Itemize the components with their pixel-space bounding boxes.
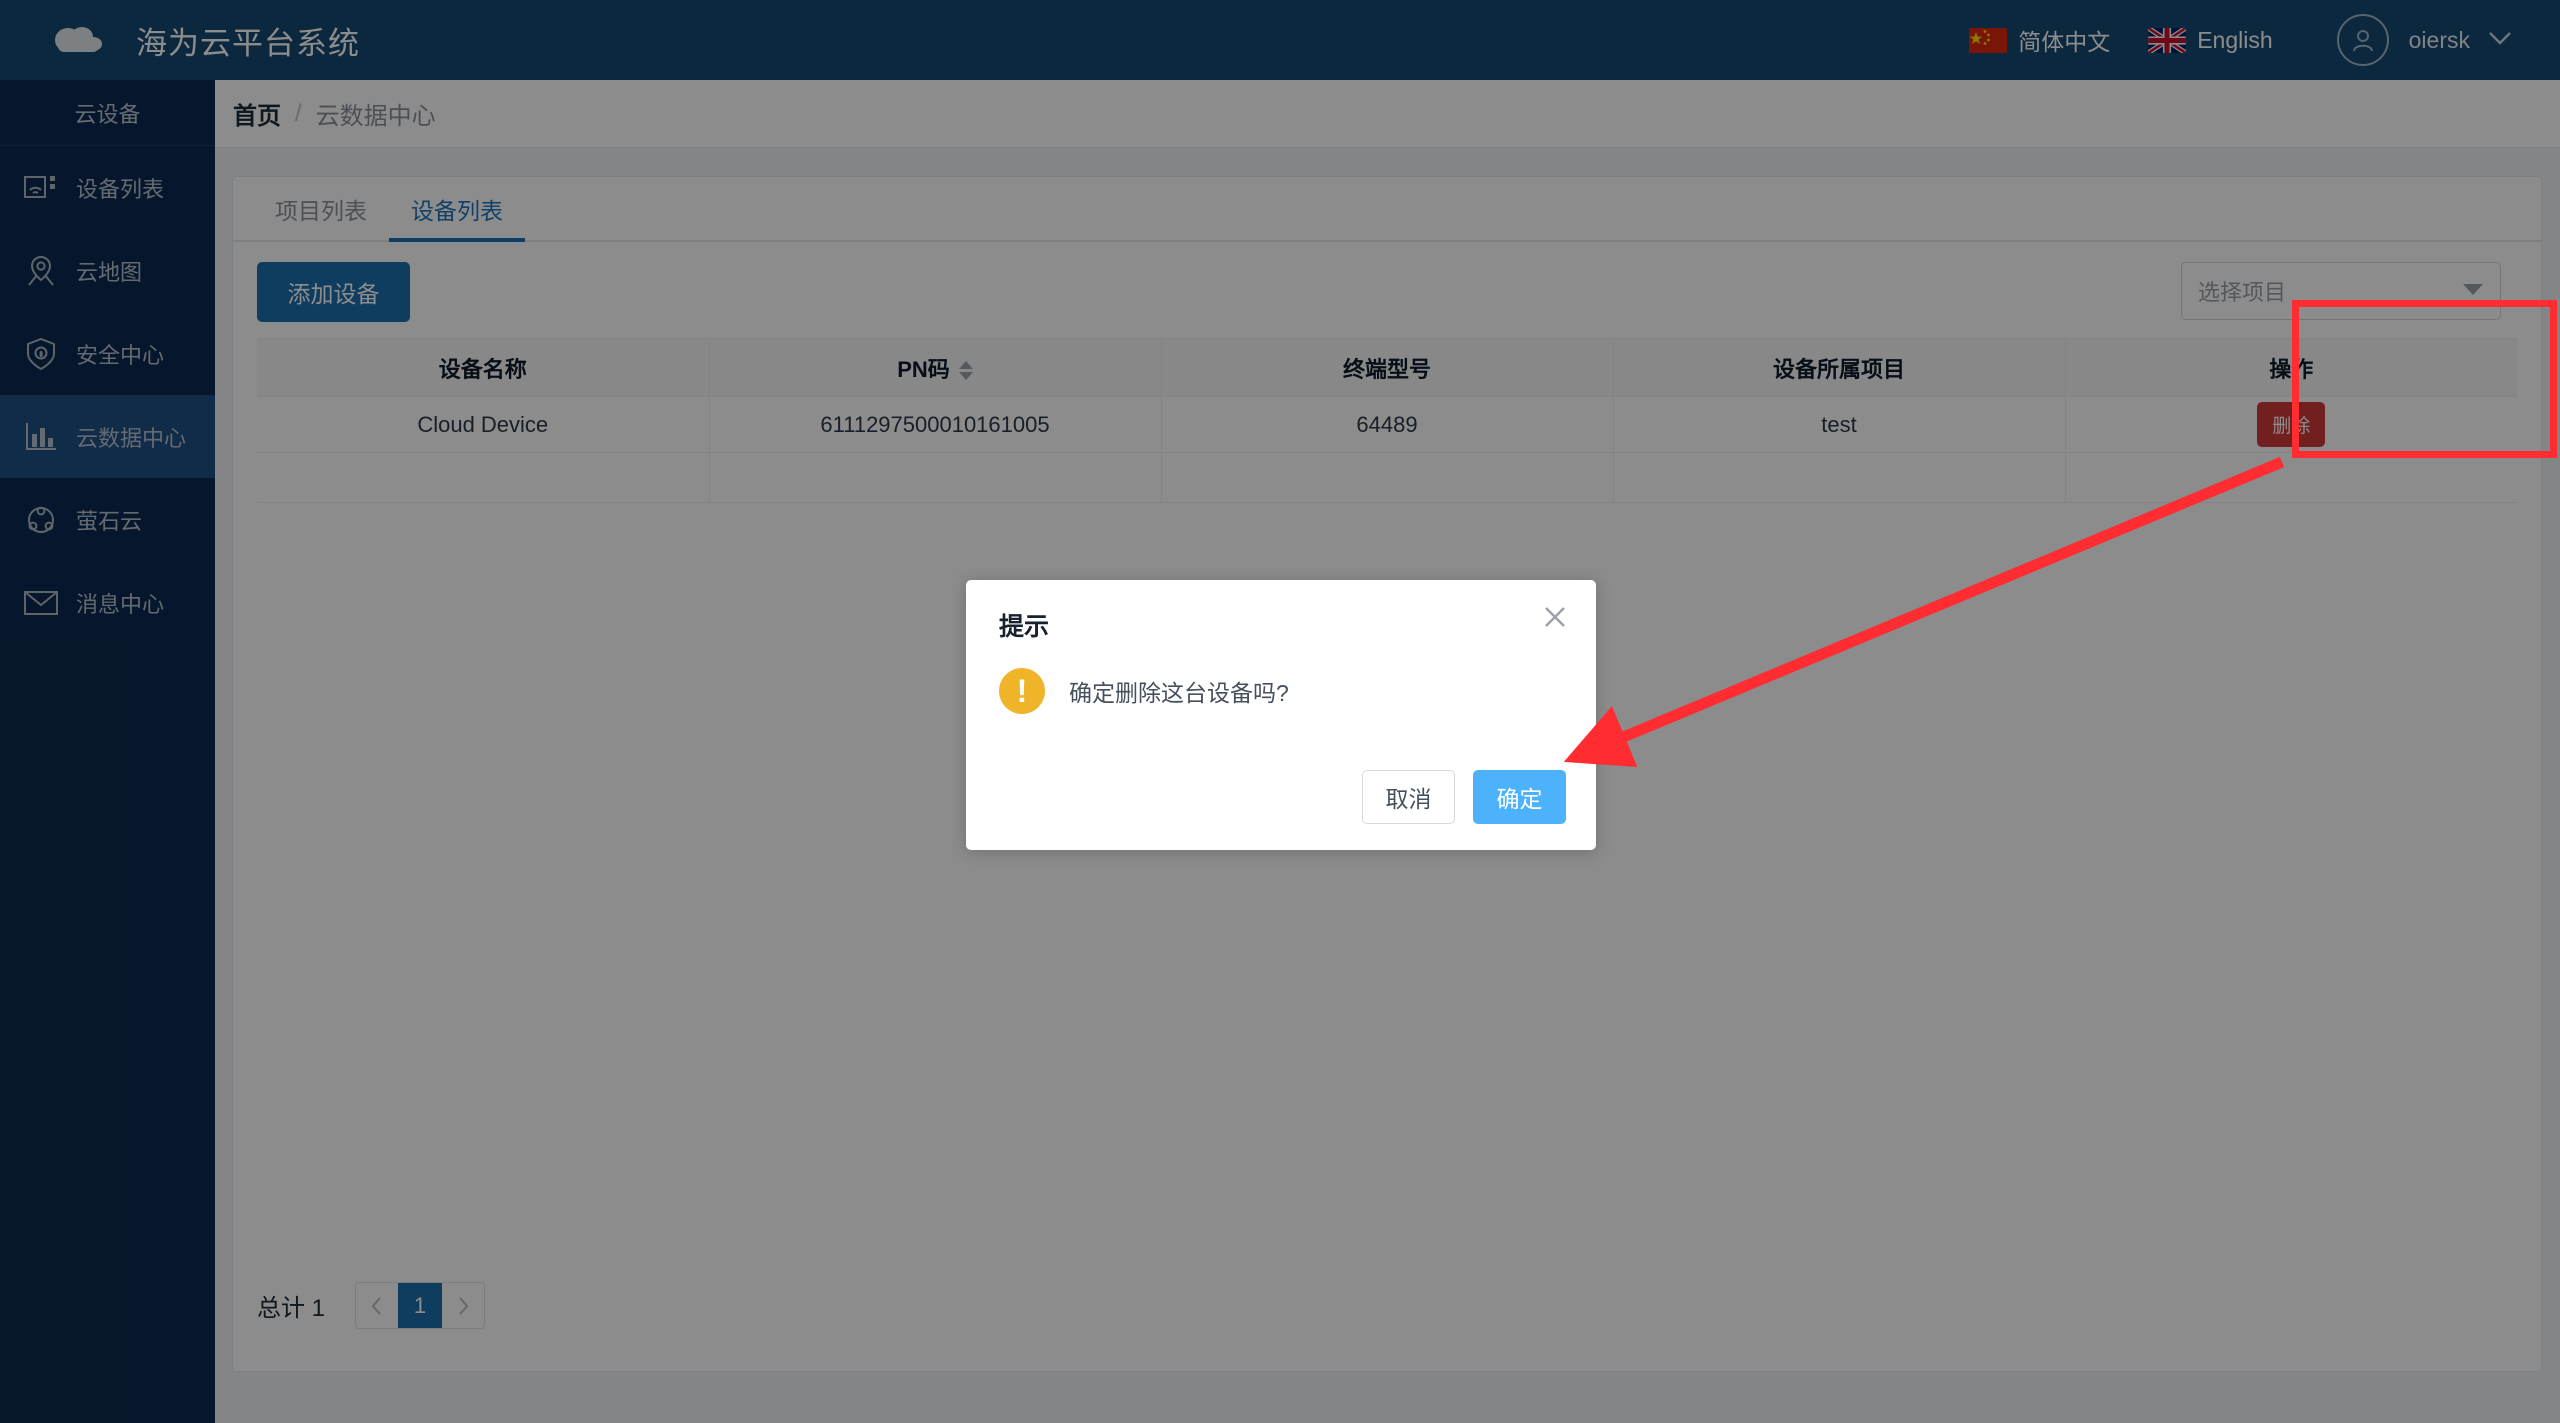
modal-overlay[interactable]: 提示 ! 确定删除这台设备吗? 取消 确定 [0,0,2560,1423]
exclamation-glyph: ! [1016,673,1028,709]
confirm-button[interactable]: 确定 [1473,770,1566,824]
dialog-message: 确定删除这台设备吗? [1069,680,1289,706]
dialog-footer: 取消 确定 [1362,770,1566,824]
close-icon[interactable] [1540,602,1570,637]
exclamation-icon: ! [999,668,1045,714]
app-root: 海为云平台系统 简体中文 English oiersk 云设备 设备列表 云地图… [0,0,2560,1423]
dialog-title: 提示 [999,613,1050,641]
dialog-body: ! 确定删除这台设备吗? [999,668,1289,714]
cancel-button[interactable]: 取消 [1362,770,1455,824]
confirm-delete-dialog: 提示 ! 确定删除这台设备吗? 取消 确定 [966,580,1596,850]
